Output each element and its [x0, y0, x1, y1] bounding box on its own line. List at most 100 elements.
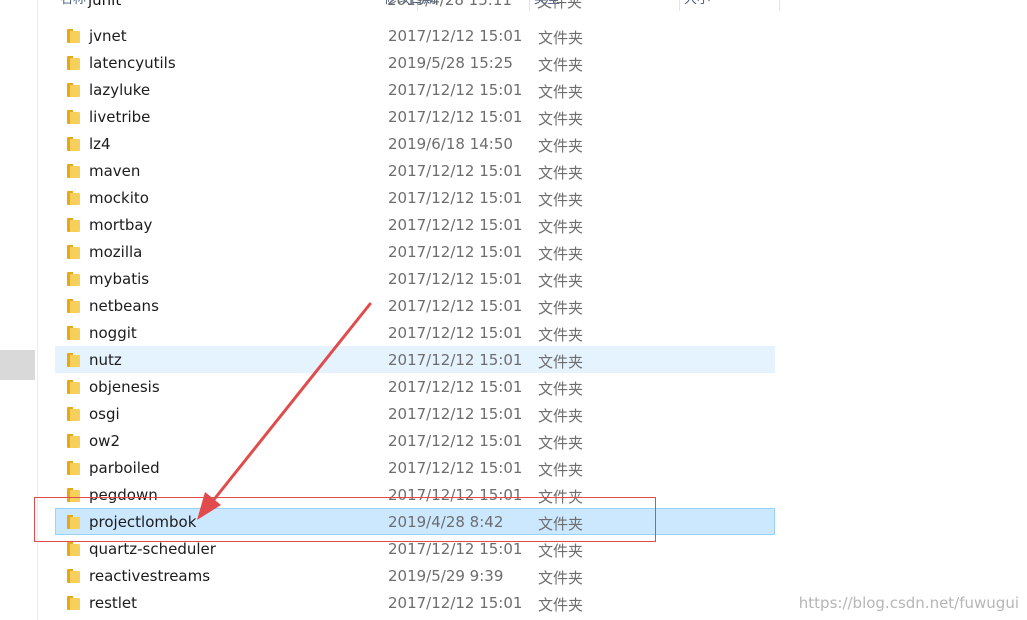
- folder-row-restlet[interactable]: restlet 2017/12/12 15:01 文件夹: [55, 589, 775, 616]
- folder-icon: [67, 488, 83, 502]
- navigation-selected-item[interactable]: [0, 350, 35, 380]
- folder-icon: [67, 461, 83, 475]
- folder-row-latencyutils[interactable]: latencyutils 2019/5/28 15:25 文件夹: [55, 49, 775, 76]
- modified-date: 2017/12/12 15:01: [388, 405, 523, 423]
- folder-row-maven[interactable]: maven 2017/12/12 15:01 文件夹: [55, 157, 775, 184]
- folder-icon: [67, 569, 83, 583]
- folder-row-mozilla[interactable]: mozilla 2017/12/12 15:01 文件夹: [55, 238, 775, 265]
- modified-date: 2019/4/28 15:11: [387, 0, 512, 9]
- modified-date: 2017/12/12 15:01: [388, 351, 523, 369]
- folder-row-pegdown[interactable]: pegdown 2017/12/12 15:01 文件夹: [55, 481, 775, 508]
- modified-date: 2017/12/12 15:01: [388, 324, 523, 342]
- modified-date: 2017/12/12 15:01: [388, 27, 523, 45]
- item-type: 文件夹: [538, 488, 584, 506]
- modified-date: 2019/6/18 14:50: [388, 135, 513, 153]
- folder-row-netbeans[interactable]: netbeans 2017/12/12 15:01 文件夹: [55, 292, 775, 319]
- item-type: 文件夹: [538, 56, 584, 74]
- folder-name: mozilla: [89, 243, 143, 261]
- folder-icon: [67, 542, 83, 556]
- folder-row-jvnet[interactable]: jvnet 2017/12/12 15:01 文件夹: [55, 22, 775, 49]
- partially-visible-folder-row[interactable]: junit 2019/4/28 15:11 文件夹: [38, 0, 778, 11]
- folder-name: parboiled: [89, 459, 160, 477]
- folder-row-lazyluke[interactable]: lazyluke 2017/12/12 15:01 文件夹: [55, 76, 775, 103]
- folder-row-nutz[interactable]: nutz 2017/12/12 15:01 文件夹: [55, 346, 775, 373]
- folder-name: netbeans: [89, 297, 159, 315]
- folder-name: jvnet: [89, 27, 127, 45]
- folder-row-osgi[interactable]: osgi 2017/12/12 15:01 文件夹: [55, 400, 775, 427]
- folder-name: projectlombok: [89, 513, 197, 531]
- folder-row-reactivestreams[interactable]: reactivestreams 2019/5/29 9:39 文件夹: [55, 562, 775, 589]
- folder-icon: [67, 326, 83, 340]
- modified-date: 2017/12/12 15:01: [388, 243, 523, 261]
- folder-name: mybatis: [89, 270, 150, 288]
- modified-date: 2017/12/12 15:01: [388, 216, 523, 234]
- folder-row-ow2[interactable]: ow2 2017/12/12 15:01 文件夹: [55, 427, 775, 454]
- modified-date: 2017/12/12 15:01: [388, 459, 523, 477]
- item-type: 文件夹: [538, 542, 584, 560]
- modified-date: 2017/12/12 15:01: [388, 81, 523, 99]
- file-explorer-view: 名称 修改日期 类型 大小 junit 2019/4/28 15:11 文件夹 …: [0, 0, 1027, 620]
- modified-date: 2017/12/12 15:01: [388, 378, 523, 396]
- item-type: 文件夹: [538, 137, 584, 155]
- folder-icon: [67, 299, 83, 313]
- folder-icon: [67, 272, 83, 286]
- folder-name: noggit: [89, 324, 137, 342]
- modified-date: 2017/12/12 15:01: [388, 108, 523, 126]
- folder-list: jvnet 2017/12/12 15:01 文件夹 latencyutils 2019…: [55, 22, 775, 616]
- folder-icon: [67, 407, 83, 421]
- modified-date: 2017/12/12 15:01: [388, 432, 523, 450]
- modified-date: 2017/12/12 15:01: [388, 594, 523, 612]
- watermark: https://blog.csdn.net/fuwugui: [798, 594, 1019, 612]
- folder-row-objenesis[interactable]: objenesis 2017/12/12 15:01 文件夹: [55, 373, 775, 400]
- folder-icon: [67, 218, 83, 232]
- modified-date: 2017/12/12 15:01: [388, 162, 523, 180]
- folder-row-mortbay[interactable]: mortbay 2017/12/12 15:01 文件夹: [55, 211, 775, 238]
- folder-name: livetribe: [89, 108, 151, 126]
- item-type: 文件夹: [537, 0, 583, 11]
- modified-date: 2017/12/12 15:01: [388, 486, 523, 504]
- folder-row-parboiled[interactable]: parboiled 2017/12/12 15:01 文件夹: [55, 454, 775, 481]
- folder-icon: [67, 29, 83, 43]
- folder-icon: [67, 245, 83, 259]
- folder-name: reactivestreams: [89, 567, 211, 585]
- item-type: 文件夹: [538, 83, 584, 101]
- modified-date: 2017/12/12 15:01: [388, 540, 523, 558]
- folder-row-mybatis[interactable]: mybatis 2017/12/12 15:01 文件夹: [55, 265, 775, 292]
- folder-icon: [67, 380, 83, 394]
- folder-icon: [67, 515, 83, 529]
- navigation-pane[interactable]: [0, 0, 38, 620]
- folder-icon: [67, 83, 83, 97]
- folder-icon: [67, 137, 83, 151]
- item-type: 文件夹: [538, 191, 584, 209]
- folder-name: maven: [89, 162, 141, 180]
- folder-name: ow2: [89, 432, 120, 450]
- folder-name: osgi: [89, 405, 120, 423]
- folder-icon: [67, 353, 83, 367]
- folder-row-projectlombok[interactable]: projectlombok 2019/4/28 8:42 文件夹: [55, 508, 775, 535]
- item-type: 文件夹: [538, 29, 584, 47]
- item-type: 文件夹: [538, 380, 584, 398]
- folder-name: mortbay: [89, 216, 153, 234]
- folder-icon: [67, 596, 83, 610]
- item-type: 文件夹: [538, 164, 584, 182]
- folder-row-lz4[interactable]: lz4 2019/6/18 14:50 文件夹: [55, 130, 775, 157]
- folder-name: quartz-scheduler: [89, 540, 216, 558]
- item-type: 文件夹: [538, 326, 584, 344]
- folder-icon: [67, 110, 83, 124]
- item-type: 文件夹: [538, 407, 584, 425]
- folder-name: lazyluke: [89, 81, 151, 99]
- folder-row-noggit[interactable]: noggit 2017/12/12 15:01 文件夹: [55, 319, 775, 346]
- item-type: 文件夹: [538, 596, 584, 614]
- item-type: 文件夹: [538, 272, 584, 290]
- folder-row-quartz-scheduler[interactable]: quartz-scheduler 2017/12/12 15:01 文件夹: [55, 535, 775, 562]
- modified-date: 2019/5/28 15:25: [388, 54, 513, 72]
- folder-name: lz4: [89, 135, 111, 153]
- folder-icon: [67, 434, 83, 448]
- folder-icon: [67, 56, 83, 70]
- item-type: 文件夹: [538, 299, 584, 317]
- item-type: 文件夹: [538, 515, 584, 533]
- modified-date: 2017/12/12 15:01: [388, 189, 523, 207]
- folder-row-livetribe[interactable]: livetribe 2017/12/12 15:01 文件夹: [55, 103, 775, 130]
- item-type: 文件夹: [538, 218, 584, 236]
- folder-row-mockito[interactable]: mockito 2017/12/12 15:01 文件夹: [55, 184, 775, 211]
